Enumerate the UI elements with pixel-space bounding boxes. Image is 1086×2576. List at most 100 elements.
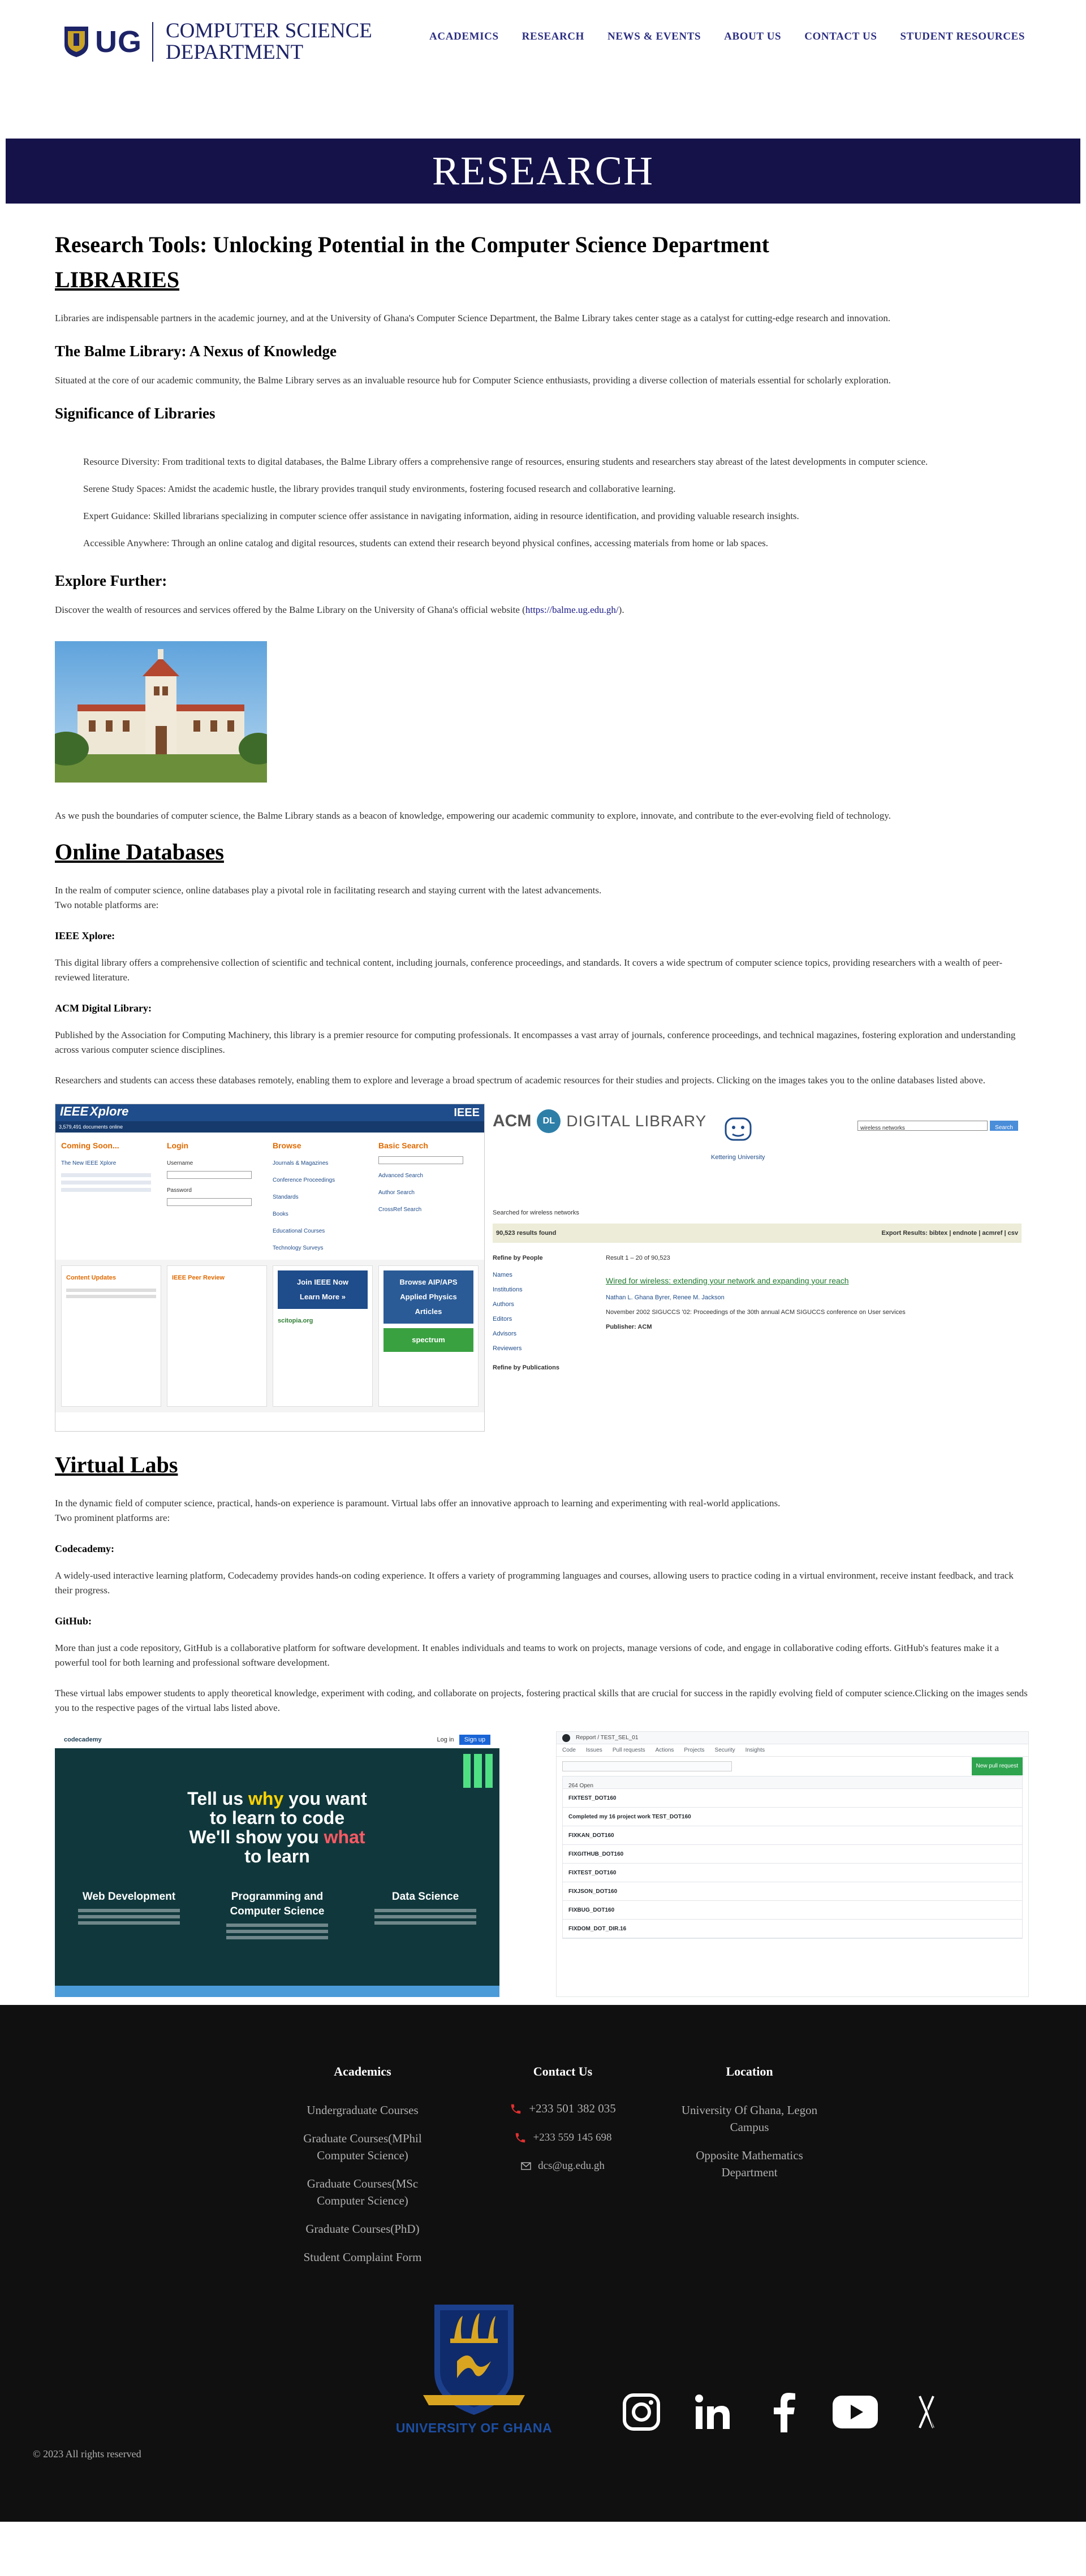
significance-list: Resource Diversity: From traditional tex…: [55, 455, 1031, 551]
linkedin-icon[interactable]: [690, 2389, 735, 2435]
ieee-username-field[interactable]: [167, 1171, 252, 1179]
ieee-join-label: Join IEEE Now: [296, 1278, 348, 1286]
balme-website-link[interactable]: https://balme.ug.edu.gh/: [525, 604, 619, 615]
ieee-body: Coming Soon... The New IEEE Xplore Login…: [55, 1133, 484, 1264]
ieee-browse-item[interactable]: Books: [273, 1207, 373, 1222]
acm-refine-item[interactable]: Authors: [493, 1297, 589, 1312]
github-tab[interactable]: Security: [715, 1743, 735, 1758]
ieee-join: Join IEEE Now Learn More » scitopia.org: [273, 1265, 373, 1407]
phone-icon: [515, 2133, 525, 2143]
list-item[interactable]: FIXTEST_DOT160: [563, 1864, 1022, 1882]
acm-refine-item[interactable]: Names: [493, 1268, 589, 1282]
acm-refine-item[interactable]: Advisors: [493, 1326, 589, 1341]
footer-link-phd[interactable]: Graduate Courses(PhD): [286, 2220, 439, 2237]
ieee-search-field[interactable]: [378, 1156, 464, 1164]
x-twitter-icon[interactable]: [904, 2389, 949, 2435]
aip-button[interactable]: Browse AIP/APS Applied Physics Articles: [383, 1270, 473, 1324]
ieee-xplore-screenshot[interactable]: IEEE Xplore IEEE 3,579,491 documents onl…: [55, 1104, 485, 1432]
acm-search-bar: wireless networks Search: [857, 1121, 1018, 1131]
footer-email[interactable]: dcs@ug.edu.gh: [498, 2160, 628, 2172]
ieee-join-button[interactable]: Join IEEE Now Learn More »: [278, 1270, 368, 1309]
acm-result-authors[interactable]: Nathan L. Ghana Byrer, Renee M. Jackson: [606, 1290, 1022, 1305]
list-item: Serene Study Spaces: Amidst the academic…: [83, 483, 676, 494]
nav-news-events[interactable]: NEWS & EVENTS: [607, 31, 701, 43]
ieee-learn-more: Learn More »: [300, 1293, 346, 1301]
acm-refine-item[interactable]: Institutions: [493, 1282, 589, 1297]
github-tab[interactable]: Code: [562, 1743, 576, 1758]
list-item[interactable]: FIXBUG_DOT160: [563, 1901, 1022, 1920]
ieee-search-link[interactable]: Advanced Search: [378, 1169, 479, 1183]
nav-student-resources[interactable]: STUDENT RESOURCES: [900, 31, 1025, 43]
codecademy-screenshot[interactable]: codecademy Log in Sign up Tell us why yo…: [55, 1731, 499, 1997]
acm-search-input[interactable]: wireless networks: [857, 1121, 988, 1131]
codecademy-login[interactable]: Log in: [437, 1736, 454, 1743]
nav-research[interactable]: RESEARCH: [522, 31, 584, 43]
nav-contact-us[interactable]: CONTACT US: [804, 31, 877, 43]
ieee-search-link[interactable]: Author Search: [378, 1186, 479, 1200]
footer-phone-1[interactable]: +233 501 382 035: [498, 2102, 628, 2116]
list-item[interactable]: Completed my 16 project work TEST_DOT160: [563, 1808, 1022, 1826]
text-line: [66, 1295, 156, 1298]
ieee-browse: Browse Journals & Magazines Conference P…: [273, 1138, 373, 1258]
cc-hero-text: We'll show you: [189, 1827, 324, 1847]
nav-about-us[interactable]: ABOUT US: [724, 31, 781, 43]
ieee-browse-item[interactable]: Journals & Magazines: [273, 1156, 373, 1171]
list-item[interactable]: FIXDOM_DOT_DIR.16: [563, 1920, 1022, 1938]
ieee-text: This digital library offers a comprehens…: [55, 957, 1003, 983]
footer-link-undergraduate[interactable]: Undergraduate Courses: [286, 2102, 439, 2119]
site-header: UG COMPUTER SCIENCE DEPARTMENT ACADEMICS…: [0, 0, 1086, 139]
ieee-browse-item[interactable]: Educational Courses: [273, 1224, 373, 1239]
acm-digital-library-screenshot[interactable]: ACM DL DIGITAL LIBRARY Kettering Univers…: [485, 1104, 1029, 1432]
ieee-browse-item[interactable]: Standards: [273, 1190, 373, 1205]
cc-category[interactable]: Programming and Computer Science: [221, 1890, 334, 1942]
acm-refine-item[interactable]: Reviewers: [493, 1341, 589, 1356]
footer-location: Location University Of Ghana, Legon Camp…: [676, 2064, 823, 2192]
github-filter-input[interactable]: [562, 1761, 732, 1771]
instagram-icon[interactable]: [619, 2389, 664, 2435]
ieee-content-updates-title: Content Updates: [66, 1274, 116, 1281]
github-tab[interactable]: Pull requests: [613, 1743, 645, 1758]
footer-link-complaint[interactable]: Student Complaint Form: [286, 2249, 439, 2266]
cc-hero-text: Tell us: [187, 1788, 249, 1809]
list-item[interactable]: FIXJSON_DOT160: [563, 1882, 1022, 1901]
ieee-coming-soon: Coming Soon... The New IEEE Xplore: [61, 1138, 161, 1258]
github-screenshot[interactable]: Repport / TEST_SEL_01 Code Issues Pull r…: [556, 1731, 1029, 1997]
spectrum-button[interactable]: spectrum: [383, 1328, 473, 1352]
acm-search-button[interactable]: Search: [990, 1121, 1018, 1131]
github-row-title: FIXKAN_DOT160: [568, 1832, 614, 1839]
nav-academics[interactable]: ACADEMICS: [429, 31, 499, 43]
text-line: [61, 1188, 152, 1192]
github-tab[interactable]: Actions: [656, 1743, 674, 1758]
github-tab[interactable]: Insights: [745, 1743, 765, 1758]
ieee-search-link[interactable]: CrossRef Search: [378, 1203, 479, 1217]
acm-result-title[interactable]: Wired for wireless: extending your netwo…: [606, 1273, 1022, 1288]
youtube-icon[interactable]: [833, 2389, 878, 2435]
codecademy-signup[interactable]: Sign up: [459, 1735, 490, 1745]
footer-link-msc[interactable]: Graduate Courses(MSc Computer Science): [286, 2175, 439, 2209]
department-logo[interactable]: UG COMPUTER SCIENCE DEPARTMENT: [63, 20, 372, 63]
ieee-password-field[interactable]: [167, 1198, 252, 1206]
list-item[interactable]: FIXKAN_DOT160: [563, 1826, 1022, 1845]
cc-category[interactable]: Data Science: [369, 1890, 482, 1942]
acm-export-links[interactable]: Export Results: bibtex | endnote | acmre…: [881, 1226, 1018, 1241]
hero-banner: RESEARCH: [6, 139, 1080, 204]
facebook-icon[interactable]: [761, 2389, 807, 2435]
github-new-button[interactable]: New pull request: [971, 1757, 1023, 1775]
github-tab[interactable]: Projects: [684, 1743, 704, 1758]
logo-ug-text: UG: [95, 25, 142, 59]
github-list-header: 264 Open: [563, 1777, 1022, 1789]
databases-closing: Researchers and students can access thes…: [55, 1075, 985, 1086]
cc-category[interactable]: Web Development: [72, 1890, 186, 1942]
list-item[interactable]: FIXGITHUB_DOT160: [563, 1845, 1022, 1864]
github-tab[interactable]: Issues: [586, 1743, 602, 1758]
list-item: Resource Diversity: From traditional tex…: [83, 456, 928, 467]
cc-category-title: Web Development: [82, 1891, 176, 1903]
ieee-browse-item[interactable]: Conference Proceedings: [273, 1173, 373, 1188]
footer-link-mphil[interactable]: Graduate Courses(MPhil Computer Science): [286, 2130, 439, 2164]
ieee-browse-item[interactable]: Technology Surveys: [273, 1241, 373, 1256]
list-item[interactable]: FIXTEST_DOT160: [563, 1789, 1022, 1808]
footer-phone-2[interactable]: +233 559 145 698: [498, 2132, 628, 2144]
github-row-title: FIXDOM_DOT_DIR.16: [568, 1926, 627, 1932]
acm-refine-item[interactable]: Editors: [493, 1312, 589, 1326]
ieee-peer-review-title: IEEE Peer Review: [172, 1274, 225, 1281]
